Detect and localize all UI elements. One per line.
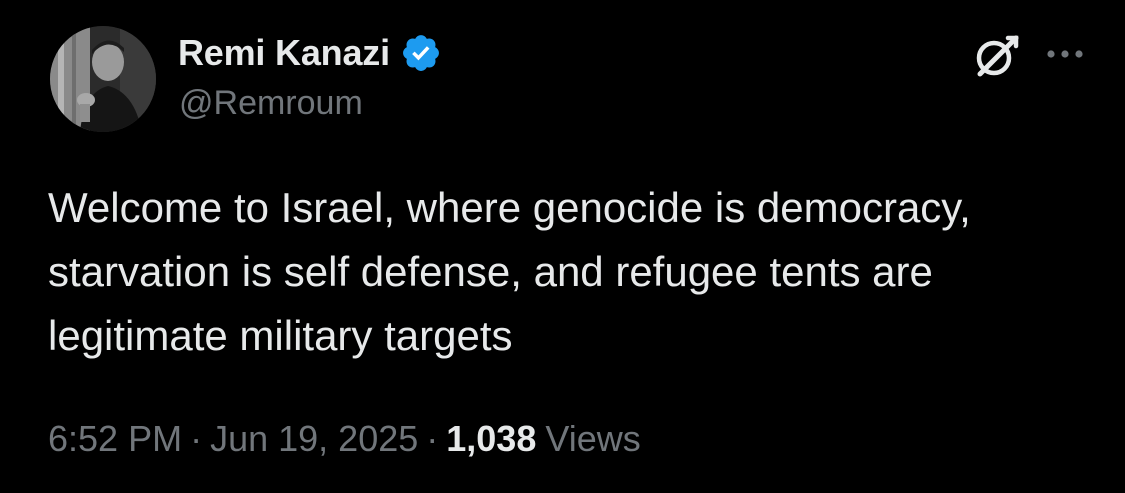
verified-badge-icon[interactable]	[400, 32, 442, 74]
author-name-row: Remi Kanazi	[178, 31, 442, 75]
tweet-date[interactable]: Jun 19, 2025	[210, 418, 418, 460]
author-handle[interactable]: @Remroum	[179, 84, 363, 123]
avatar-photo-icon	[50, 26, 156, 132]
tweet-text-line: legitimate military targets	[48, 312, 513, 359]
grok-icon[interactable]	[972, 30, 1022, 80]
views-label[interactable]: Views	[545, 418, 640, 460]
meta-separator: ·	[426, 418, 439, 459]
tweet-body: Welcome to Israel, where genocide is dem…	[48, 176, 1108, 368]
tweet-text-line: starvation is self defense, and refugee …	[48, 248, 933, 295]
author-avatar[interactable]	[50, 26, 156, 132]
author-display-name[interactable]: Remi Kanazi	[178, 32, 390, 74]
meta-separator: ·	[190, 418, 203, 459]
more-horizontal-icon[interactable]	[1043, 36, 1087, 72]
tweet-text-line: Welcome to Israel, where genocide is dem…	[48, 184, 971, 231]
tweet-card: Remi Kanazi @Remroum Welcome to Israel, …	[0, 0, 1125, 493]
tweet-time[interactable]: 6:52 PM	[48, 418, 182, 460]
views-count[interactable]: 1,038	[446, 418, 536, 460]
tweet-meta: 6:52 PM · Jun 19, 2025 · 1,038 Views	[48, 418, 641, 460]
